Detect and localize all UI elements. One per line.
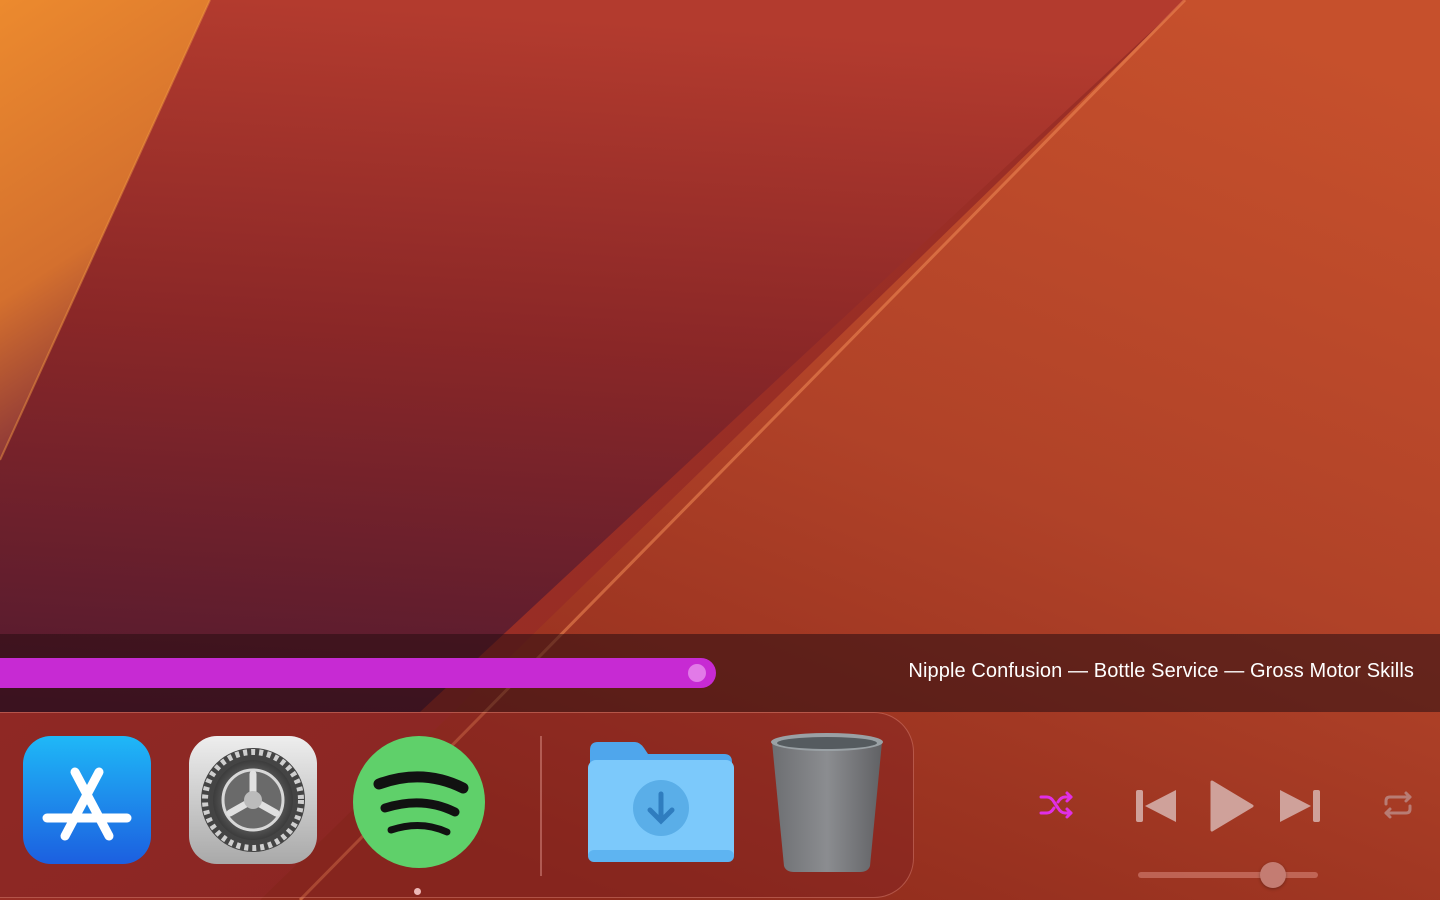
progress-knob[interactable] (688, 664, 706, 682)
track-title: Nipple Confusion — Bottle Service — Gros… (908, 660, 1414, 682)
previous-track-icon[interactable] (1134, 786, 1178, 826)
dock-divider (540, 736, 542, 876)
now-playing-bar: Nipple Confusion — Bottle Service — Gros… (0, 634, 1440, 712)
volume-slider-knob[interactable] (1260, 862, 1286, 888)
gear-icon[interactable] (189, 736, 317, 864)
trash-icon[interactable] (766, 730, 888, 874)
play-icon[interactable] (1206, 780, 1254, 832)
next-track-icon[interactable] (1278, 786, 1322, 826)
repeat-icon[interactable] (1380, 790, 1416, 820)
progress-bar-fill[interactable] (0, 658, 716, 688)
spotify-icon[interactable] (353, 736, 485, 868)
volume-slider-track[interactable] (1138, 872, 1318, 878)
shuffle-icon[interactable] (1038, 788, 1074, 822)
downloads-folder-icon[interactable] (586, 740, 736, 864)
running-indicator (414, 888, 421, 895)
app-store-icon[interactable] (23, 736, 151, 864)
